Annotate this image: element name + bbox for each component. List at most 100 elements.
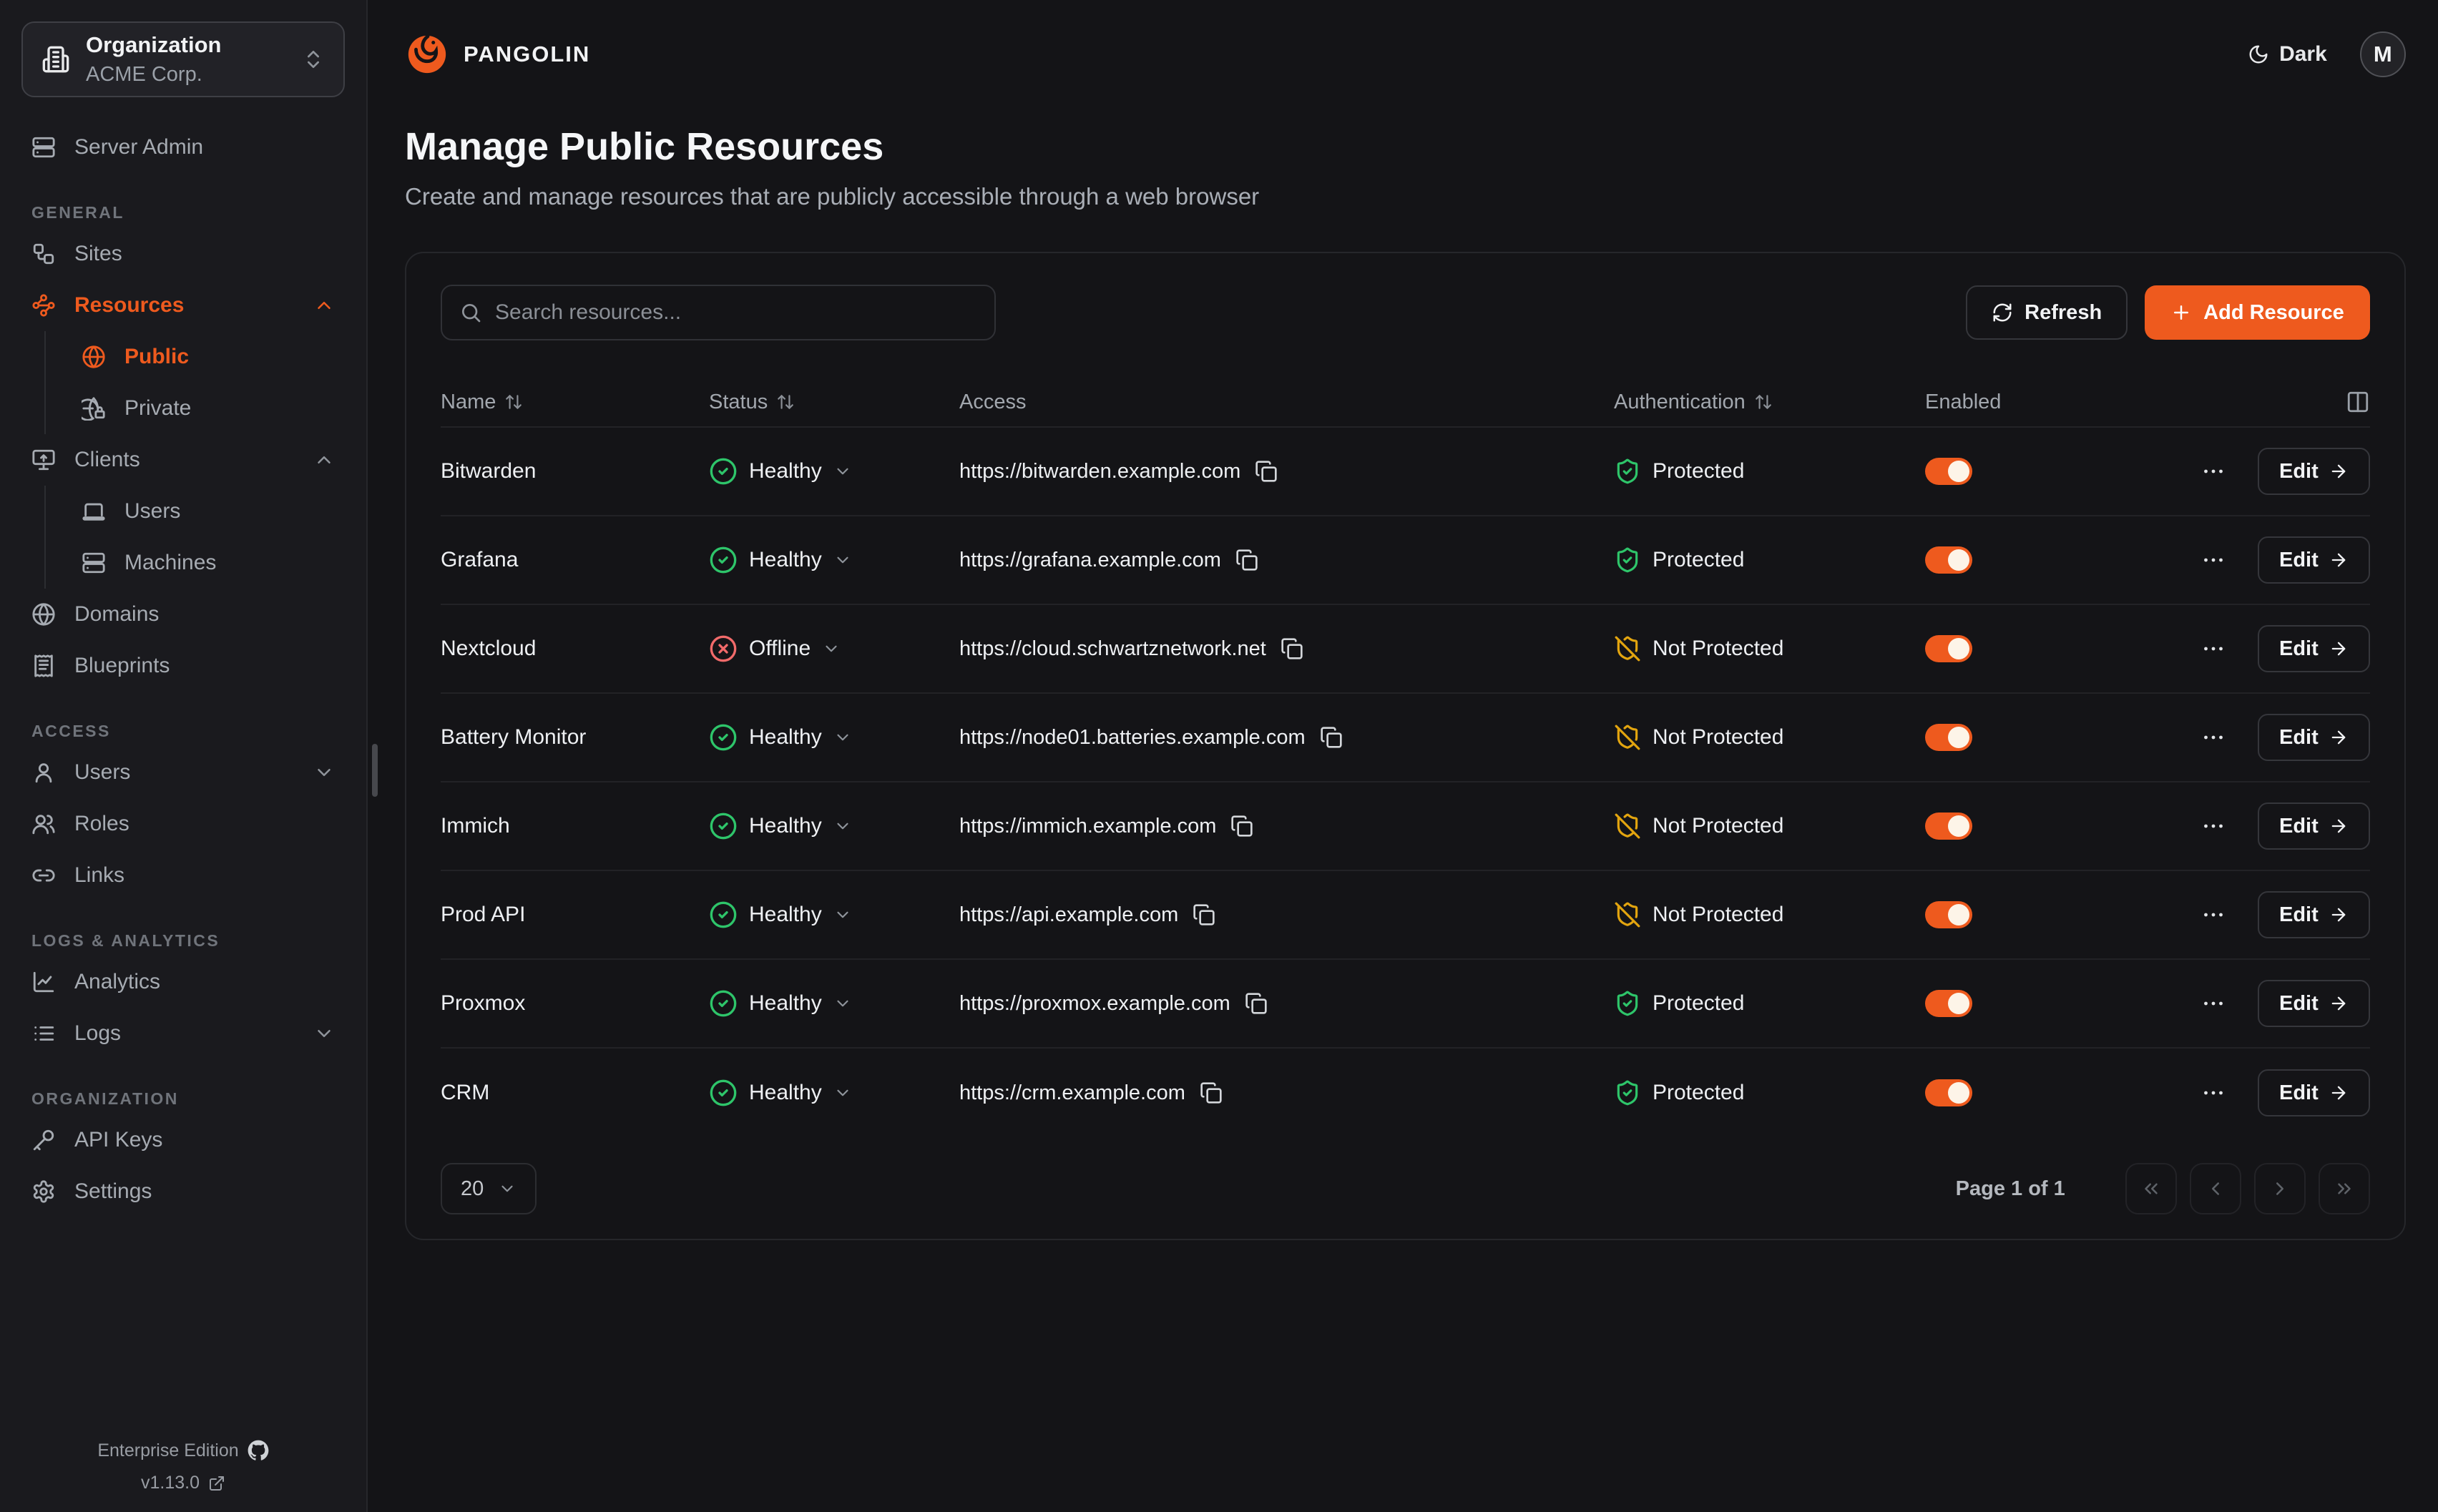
sidebar-item-api-keys[interactable]: API Keys <box>21 1114 345 1166</box>
edit-button[interactable]: Edit <box>2258 625 2370 672</box>
enabled-toggle[interactable] <box>1925 813 1972 840</box>
column-header-authentication[interactable]: Authentication <box>1614 391 1925 414</box>
chevron-down-icon <box>833 1084 852 1102</box>
copy-icon[interactable] <box>1235 549 1258 571</box>
sidebar-item-roles[interactable]: Roles <box>21 798 345 850</box>
sidebar-item-sites[interactable]: Sites <box>21 228 345 280</box>
status-dropdown[interactable]: Healthy <box>709 457 959 486</box>
sidebar-item-clients[interactable]: Clients <box>21 434 345 486</box>
row-menu-icon[interactable] <box>2200 458 2226 484</box>
edit-button[interactable]: Edit <box>2258 980 2370 1027</box>
sidebar-item-label: Resources <box>74 293 184 318</box>
row-menu-icon[interactable] <box>2200 547 2226 573</box>
access-cell: https://proxmox.example.com <box>959 992 1614 1016</box>
copy-icon[interactable] <box>1320 726 1343 749</box>
edition-label: Enterprise Edition <box>97 1440 238 1461</box>
sidebar-item-domains[interactable]: Domains <box>21 589 345 640</box>
enabled-toggle[interactable] <box>1925 546 1972 574</box>
last-page-button[interactable] <box>2319 1163 2370 1214</box>
edit-button[interactable]: Edit <box>2258 891 2370 938</box>
columns-icon[interactable] <box>2346 390 2370 414</box>
sidebar-item-users[interactable]: Users <box>72 486 345 537</box>
sidebar-item-links[interactable]: Links <box>21 850 345 901</box>
sidebar-item-server-admin[interactable]: Server Admin <box>21 122 345 173</box>
status-dropdown[interactable]: Healthy <box>709 900 959 929</box>
row-menu-icon[interactable] <box>2200 725 2226 750</box>
status-dropdown[interactable]: Healthy <box>709 812 959 840</box>
row-menu-icon[interactable] <box>2200 902 2226 928</box>
edition-link[interactable]: Enterprise Edition <box>97 1440 268 1461</box>
enabled-toggle[interactable] <box>1925 635 1972 662</box>
copy-icon[interactable] <box>1255 460 1278 483</box>
edit-button[interactable]: Edit <box>2258 536 2370 584</box>
enabled-toggle[interactable] <box>1925 458 1972 485</box>
column-header-enabled: Enabled <box>1925 391 2200 414</box>
chevron-down-icon <box>833 728 852 747</box>
status-icon <box>709 723 738 752</box>
row-menu-icon[interactable] <box>2200 991 2226 1016</box>
sidebar-item-settings[interactable]: Settings <box>21 1166 345 1217</box>
refresh-button[interactable]: Refresh <box>1966 285 2128 340</box>
version-label: v1.13.0 <box>141 1473 200 1493</box>
column-header-name[interactable]: Name <box>441 391 709 414</box>
row-menu-icon[interactable] <box>2200 636 2226 662</box>
enabled-toggle[interactable] <box>1925 901 1972 928</box>
status-dropdown[interactable]: Offline <box>709 634 959 663</box>
avatar[interactable]: M <box>2360 31 2406 77</box>
copy-icon[interactable] <box>1200 1081 1223 1104</box>
sidebar-item-label: Logs <box>74 1021 121 1046</box>
sidebar-item-resources[interactable]: Resources <box>21 280 345 331</box>
column-header-status[interactable]: Status <box>709 391 959 414</box>
sidebar-item-label: Analytics <box>74 970 160 994</box>
sidebar-item-blueprints[interactable]: Blueprints <box>21 640 345 692</box>
sidebar-item-label: Public <box>124 345 189 369</box>
auth-label: Not Protected <box>1653 725 1783 750</box>
version-link[interactable]: v1.13.0 <box>141 1473 225 1493</box>
status-icon <box>709 546 738 574</box>
scrollbar-thumb[interactable] <box>372 744 378 797</box>
status-dropdown[interactable]: Healthy <box>709 989 959 1018</box>
search-input[interactable] <box>495 300 977 325</box>
copy-icon[interactable] <box>1230 815 1253 838</box>
edit-button[interactable]: Edit <box>2258 448 2370 495</box>
table-body: Bitwarden Healthy https://bitwarden.exam… <box>441 428 2370 1137</box>
pagination: Page 1 of 1 <box>1956 1163 2370 1214</box>
sidebar-item-analytics[interactable]: Analytics <box>21 956 345 1008</box>
copy-icon[interactable] <box>1245 992 1268 1015</box>
sidebar-item-private[interactable]: Private <box>72 383 345 434</box>
auth-label: Not Protected <box>1653 814 1783 838</box>
theme-toggle[interactable]: Dark <box>2248 42 2327 67</box>
resource-url: https://node01.batteries.example.com <box>959 726 1306 750</box>
sidebar-item-logs[interactable]: Logs <box>21 1008 345 1059</box>
sidebar-item-machines[interactable]: Machines <box>72 537 345 589</box>
theme-label: Dark <box>2279 42 2327 67</box>
status-dropdown[interactable]: Healthy <box>709 723 959 752</box>
page-size-select[interactable]: 20 <box>441 1163 537 1214</box>
arrow-right-icon <box>2329 905 2349 925</box>
status-dropdown[interactable]: Healthy <box>709 546 959 574</box>
first-page-button[interactable] <box>2125 1163 2177 1214</box>
row-menu-icon[interactable] <box>2200 1080 2226 1106</box>
shield-icon <box>1614 635 1641 662</box>
copy-icon[interactable] <box>1281 637 1303 660</box>
sidebar-item-public[interactable]: Public <box>72 331 345 383</box>
enabled-toggle[interactable] <box>1925 990 1972 1017</box>
edit-button[interactable]: Edit <box>2258 714 2370 761</box>
org-selector[interactable]: Organization ACME Corp. <box>21 21 345 97</box>
enabled-toggle[interactable] <box>1925 1079 1972 1106</box>
sidebar-section-label: ACCESS <box>21 722 345 741</box>
actions-cell: Edit <box>2200 980 2370 1027</box>
status-dropdown[interactable]: Healthy <box>709 1079 959 1107</box>
brand-home-link[interactable]: PANGOLIN <box>405 32 590 77</box>
next-page-button[interactable] <box>2254 1163 2306 1214</box>
add-resource-button[interactable]: Add Resource <box>2145 285 2370 340</box>
row-menu-icon[interactable] <box>2200 813 2226 839</box>
prev-page-button[interactable] <box>2190 1163 2241 1214</box>
shield-icon <box>1614 1079 1641 1106</box>
edit-button[interactable]: Edit <box>2258 802 2370 850</box>
copy-icon[interactable] <box>1193 903 1215 926</box>
page-size-value: 20 <box>461 1177 484 1201</box>
enabled-toggle[interactable] <box>1925 724 1972 751</box>
edit-button[interactable]: Edit <box>2258 1069 2370 1116</box>
sidebar-item-users[interactable]: Users <box>21 747 345 798</box>
